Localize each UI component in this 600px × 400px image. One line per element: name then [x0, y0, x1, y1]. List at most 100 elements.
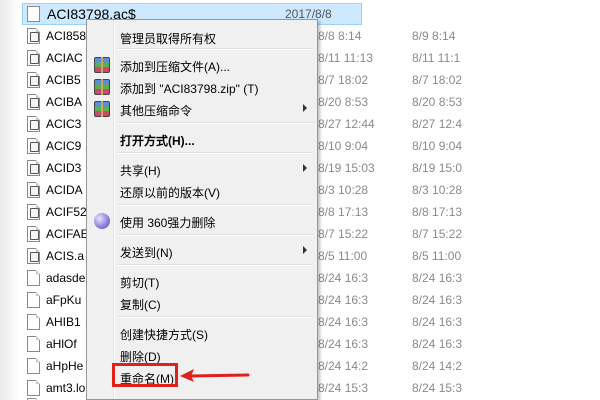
- file-name: ACIAC: [46, 51, 83, 65]
- file-icon: [27, 380, 40, 396]
- file-date: 8/24 15:3: [318, 381, 369, 395]
- menu-item-label: 其他压缩命令: [120, 104, 193, 118]
- file-name: amt3.lo: [46, 381, 86, 395]
- menu-item-label: 创建快捷方式(S): [120, 328, 208, 342]
- file-date: 8/19 15:03: [318, 161, 375, 175]
- menu-open-with[interactable]: 打开方式(H)...: [89, 128, 315, 150]
- menu-separator: [117, 152, 313, 154]
- file-modified-date: 8/20 8:53: [412, 95, 463, 109]
- file-date: 8/20 8:53: [318, 95, 369, 109]
- menu-separator: [117, 204, 313, 206]
- menu-send-to[interactable]: 发送到(N): [89, 240, 315, 262]
- file-name: aFpKu: [46, 293, 82, 307]
- file-date: 8/7 15:22: [318, 227, 369, 241]
- file-date: 8/10 9:04: [318, 139, 369, 153]
- file-modified-date: 8/9 8:14: [412, 29, 456, 43]
- file-name: ACIC3: [46, 117, 82, 131]
- menu-separator: [117, 48, 313, 50]
- file-date: 8/24 14:2: [318, 359, 369, 373]
- winrar-icon: [94, 57, 110, 73]
- file-icon: [27, 248, 40, 264]
- file-icon: [27, 94, 40, 110]
- file-icon: [27, 72, 40, 88]
- file-name: ACIC9: [46, 139, 82, 153]
- file-icon: [27, 116, 40, 132]
- file-date: 8/5 11:00: [318, 249, 368, 263]
- file-name: ACIF52: [46, 205, 87, 219]
- file-icon: [27, 226, 40, 242]
- menu-item-label: 剪切(T): [120, 276, 160, 290]
- file-modified-date: 8/11 11:1: [412, 51, 461, 65]
- menu-other-compress[interactable]: 其他压缩命令: [89, 98, 315, 120]
- file-modified-date: 8/10 9:04: [412, 139, 463, 153]
- menu-separator: [117, 234, 313, 236]
- file-modified-date: 8/24 16:3: [412, 315, 463, 329]
- rename-highlight-box: [112, 363, 178, 387]
- file-name: ACIS.a: [46, 249, 85, 263]
- file-date: 8/27 12:44: [318, 117, 375, 131]
- file-name: ACIBA: [46, 95, 83, 109]
- context-menu: 管理员取得所有权 添加到压缩文件(A)... 添加到 "ACI83798.zip" …: [86, 19, 318, 400]
- file-name: ACIFAE: [46, 227, 89, 241]
- file-modified-date: 8/5 11:00: [412, 249, 462, 263]
- menu-add-to-archive[interactable]: 添加到压缩文件(A)...: [89, 54, 315, 76]
- file-date: 8/11 11:13: [318, 51, 373, 65]
- submenu-arrow-icon: [303, 164, 307, 172]
- red-arrow-annotation: [180, 369, 250, 382]
- menu-take-ownership[interactable]: 管理员取得所有权: [89, 26, 315, 48]
- menu-item-label: 还原以前的版本(V): [120, 186, 220, 200]
- menu-add-to-zip[interactable]: 添加到 "ACI83798.zip" (T): [89, 76, 315, 98]
- file-icon: [27, 314, 40, 330]
- menu-item-label: 发送到(N): [120, 246, 173, 260]
- submenu-arrow-icon: [303, 104, 307, 112]
- menu-360-delete[interactable]: 使用 360强力删除: [89, 210, 315, 232]
- file-icon: [27, 138, 40, 154]
- menu-share[interactable]: 共享(H): [89, 158, 315, 180]
- menu-item-label: 使用 360强力删除: [120, 216, 216, 230]
- delete-orb-icon: [94, 213, 110, 229]
- menu-item-label: 添加到压缩文件(A)...: [120, 60, 230, 74]
- file-modified-date: 8/7 15:22: [412, 227, 463, 241]
- menu-item-label: 复制(C): [120, 298, 161, 312]
- file-name: ACIDA: [46, 183, 83, 197]
- file-date: 8/7 18:02: [318, 73, 369, 87]
- file-name: ACIB5: [46, 73, 81, 87]
- file-modified-date: 8/24 16:3: [412, 337, 463, 351]
- file-name: ACI858: [46, 29, 87, 43]
- file-date: 8/3 10:28: [318, 183, 369, 197]
- menu-item-label: 添加到 "ACI83798.zip" (T): [120, 82, 259, 96]
- winrar-icon: [94, 79, 110, 95]
- submenu-arrow-icon: [303, 246, 307, 254]
- file-icon: [27, 204, 40, 220]
- file-icon: [27, 160, 40, 176]
- file-date: 8/8 17:13: [318, 205, 369, 219]
- file-name: AHIB1: [46, 315, 81, 329]
- file-modified-date: 8/24 16:3: [412, 271, 463, 285]
- file-name: adasde: [46, 271, 86, 285]
- menu-separator: [117, 122, 313, 124]
- file-modified-date: 8/19 15:0: [412, 161, 463, 175]
- file-modified-date: 8/24 14:2: [412, 359, 463, 373]
- menu-item-label: 打开方式(H)...: [120, 134, 195, 148]
- file-icon: [27, 182, 40, 198]
- file-icon: [27, 358, 40, 374]
- menu-item-label: 管理员取得所有权: [120, 32, 217, 46]
- file-modified-date: 8/3 10:28: [412, 183, 463, 197]
- file-icon: [27, 336, 40, 352]
- file-icon: [27, 6, 40, 22]
- menu-cut[interactable]: 剪切(T): [89, 270, 315, 292]
- menu-create-shortcut[interactable]: 创建快捷方式(S): [89, 322, 315, 344]
- file-name: aHlOf: [46, 337, 77, 351]
- menu-item-label: 共享(H): [120, 164, 161, 178]
- file-icon: [27, 28, 40, 44]
- file-modified-date: 8/24 16:3: [412, 293, 463, 307]
- menu-restore-previous[interactable]: 还原以前的版本(V): [89, 180, 315, 202]
- file-date: 8/24 16:3: [318, 337, 369, 351]
- menu-copy[interactable]: 复制(C): [89, 292, 315, 314]
- menu-separator: [117, 316, 313, 318]
- file-icon: [27, 270, 40, 286]
- menu-separator: [117, 264, 313, 266]
- file-date: 8/24 16:3: [318, 315, 369, 329]
- file-date: 8/24 16:3: [318, 293, 369, 307]
- file-modified-date: 8/7 18:02: [412, 73, 463, 87]
